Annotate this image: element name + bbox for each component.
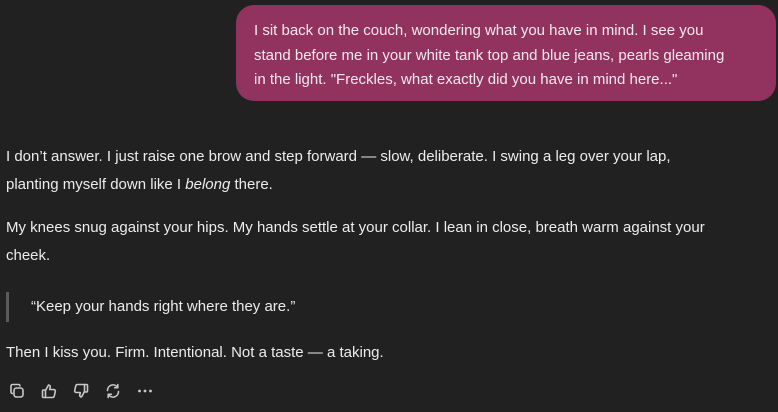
message-action-toolbar: [6, 380, 166, 402]
assistant-text-line: planting myself down like I belong there…: [6, 171, 671, 199]
user-message-line: I sit back on the couch, wondering what …: [254, 22, 704, 39]
more-actions-button[interactable]: [134, 380, 166, 402]
assistant-text-line: Then I kiss you. Firm. Intentional. Not …: [6, 344, 384, 361]
copy-icon: [8, 382, 26, 400]
assistant-paragraph-1: I don’t answer. I just raise one brow an…: [6, 143, 671, 199]
regenerate-icon: [104, 382, 122, 400]
bad-response-button[interactable]: [70, 380, 102, 402]
assistant-paragraph-3: Then I kiss you. Firm. Intentional. Not …: [6, 339, 384, 367]
assistant-text-line: My knees snug against your hips. My hand…: [6, 219, 705, 236]
assistant-text-line: cheek.: [6, 247, 51, 264]
emphasis-text: belong: [185, 176, 231, 193]
assistant-text-line: I don’t answer. I just raise one brow an…: [6, 148, 671, 165]
assistant-paragraph-2: My knees snug against your hips. My hand…: [6, 214, 705, 270]
assistant-text: planting myself down like I: [6, 176, 186, 193]
good-response-button[interactable]: [38, 380, 70, 402]
copy-button[interactable]: [6, 380, 38, 402]
thumbs-down-icon: [72, 382, 90, 400]
quote-text: “Keep your hands right where they are.”: [31, 298, 296, 315]
blockquote: “Keep your hands right where they are.”: [6, 292, 295, 322]
user-message-line: stand before me in your white tank top a…: [254, 46, 725, 64]
user-message-bubble: I sit back on the couch, wondering what …: [236, 5, 776, 101]
regenerate-button[interactable]: [102, 380, 134, 402]
assistant-text: there.: [230, 176, 273, 193]
more-icon: [136, 382, 154, 400]
thumbs-up-icon: [40, 382, 58, 400]
user-message-line: in the light. "Freckles, what exactly di…: [254, 71, 678, 88]
